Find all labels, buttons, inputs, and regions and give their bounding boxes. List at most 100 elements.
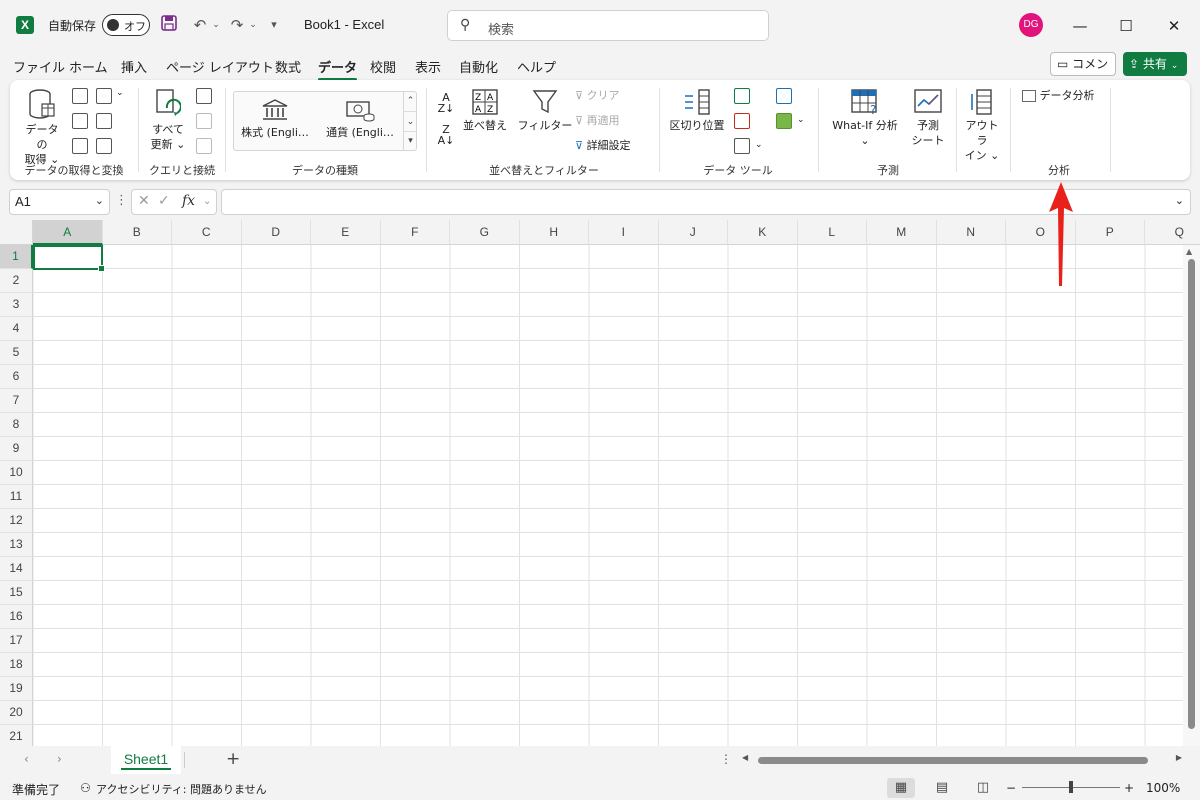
tab-review[interactable]: 校閲	[370, 57, 396, 76]
column-header[interactable]: H	[519, 220, 589, 245]
row-header[interactable]: 12	[0, 509, 33, 533]
column-header[interactable]: B	[102, 220, 172, 245]
row-header[interactable]: 5	[0, 341, 33, 365]
tab-file[interactable]: ファイル	[13, 57, 65, 76]
chevron-down-icon[interactable]: ⌄	[203, 196, 211, 207]
vertical-scrollbar[interactable]: ▲	[1183, 245, 1200, 746]
row-header[interactable]: 6	[0, 365, 33, 389]
sort-za-icon[interactable]: Z A↓	[436, 124, 456, 146]
zoom-slider[interactable]	[1022, 781, 1120, 793]
more-icon[interactable]: ⋮	[115, 193, 128, 208]
row-header[interactable]: 4	[0, 317, 33, 341]
row-header[interactable]: 9	[0, 437, 33, 461]
column-header[interactable]: K	[728, 220, 798, 245]
spreadsheet-grid[interactable]: ABCDEFGHIJKLMNOPQ 1 2 3 4 5 6 7 8 9 10 11 12 13 14 15 1…	[0, 220, 1200, 746]
from-web-icon[interactable]	[72, 113, 88, 129]
close-icon[interactable]: ✕	[1160, 12, 1188, 40]
prev-sheet-icon[interactable]: ‹	[24, 752, 29, 766]
column-header[interactable]: P	[1075, 220, 1145, 245]
more-icon[interactable]: ⋮	[720, 752, 732, 766]
scroll-left-icon[interactable]: ◀	[742, 753, 748, 762]
flash-fill-icon[interactable]	[734, 88, 750, 104]
chevron-down-icon[interactable]: ⌄	[797, 115, 805, 125]
add-sheet-button[interactable]: +	[226, 749, 240, 769]
row-header[interactable]: 8	[0, 413, 33, 437]
from-table-icon[interactable]	[72, 138, 88, 154]
horizontal-scrollbar[interactable]: ◀ ▶	[742, 753, 1182, 767]
from-text-icon[interactable]	[72, 88, 88, 104]
text-to-columns-button[interactable]: 区切り位置	[666, 88, 728, 133]
next-sheet-icon[interactable]: ›	[57, 752, 62, 766]
gallery-scroll[interactable]: ⌃ ⌄ ▾	[403, 91, 417, 151]
data-validation-icon[interactable]	[734, 138, 750, 154]
cell-area[interactable]	[33, 245, 1183, 746]
row-header[interactable]: 14	[0, 557, 33, 581]
sort-az-icon[interactable]: A Z↓	[436, 92, 456, 114]
enter-icon[interactable]: ✓	[158, 193, 170, 209]
row-header[interactable]: 10	[0, 461, 33, 485]
column-header[interactable]: Q	[1145, 220, 1200, 245]
scroll-thumb[interactable]	[1188, 259, 1195, 729]
column-header[interactable]: E	[311, 220, 381, 245]
chevron-down-icon[interactable]: ⌄	[755, 140, 763, 150]
zoom-level[interactable]: 100%	[1146, 781, 1180, 795]
from-file-icon[interactable]	[96, 138, 112, 154]
gallery-more-icon[interactable]: ▾	[404, 131, 417, 149]
maximize-icon[interactable]: ☐	[1112, 12, 1140, 40]
active-cell[interactable]	[33, 245, 105, 272]
outline-button[interactable]: アウトラ イン ⌄	[962, 88, 1002, 163]
comment-button[interactable]: ▭ コメント	[1050, 52, 1116, 93]
recent-sources-icon[interactable]	[96, 88, 112, 104]
column-header[interactable]: C	[172, 220, 242, 245]
share-button[interactable]: ⇪ 共有 ⌄	[1123, 52, 1187, 76]
data-model-icon[interactable]	[776, 113, 792, 129]
zoom-out-button[interactable]: −	[1006, 781, 1016, 795]
row-header[interactable]: 7	[0, 389, 33, 413]
row-header[interactable]: 3	[0, 293, 33, 317]
existing-connections-icon[interactable]	[96, 113, 112, 129]
normal-view-icon[interactable]: ▦	[887, 778, 915, 798]
scroll-up-icon[interactable]: ⌃	[404, 91, 417, 111]
row-header[interactable]: 20	[0, 701, 33, 725]
refresh-all-button[interactable]: すべて 更新 ⌄	[146, 88, 190, 152]
advanced-button[interactable]: ⊽ 詳細設定	[575, 138, 631, 153]
row-header[interactable]: 17	[0, 629, 33, 653]
data-analysis-button[interactable]: データ分析	[1022, 88, 1095, 103]
select-all-corner[interactable]	[0, 220, 33, 245]
tab-page-layout[interactable]: ページ レイアウト	[166, 57, 274, 76]
row-header[interactable]: 11	[0, 485, 33, 509]
tab-home[interactable]: ホーム	[69, 57, 108, 76]
zoom-in-button[interactable]: +	[1124, 781, 1134, 795]
row-header[interactable]: 18	[0, 653, 33, 677]
column-header[interactable]: M	[867, 220, 937, 245]
cancel-icon[interactable]: ✕	[138, 193, 150, 209]
column-header[interactable]: N	[936, 220, 1006, 245]
tab-help[interactable]: ヘルプ	[517, 57, 556, 76]
undo-dropdown-icon[interactable]: ⌄	[205, 14, 227, 36]
filter-button[interactable]: フィルター	[517, 88, 573, 133]
row-header[interactable]: 15	[0, 581, 33, 605]
get-data-button[interactable]: データの 取得 ⌄	[22, 88, 62, 167]
sort-button[interactable]: ZAAZ 並べ替え	[460, 88, 510, 133]
scroll-thumb[interactable]	[758, 757, 1148, 764]
name-box[interactable]: A1 ⌄	[9, 189, 110, 215]
column-header[interactable]: I	[589, 220, 659, 245]
page-layout-view-icon[interactable]: ▤	[928, 778, 956, 798]
remove-duplicates-icon[interactable]	[734, 113, 750, 129]
row-header[interactable]: 21	[0, 725, 33, 746]
column-header[interactable]: A	[33, 220, 103, 245]
chevron-down-icon[interactable]: ⌄	[116, 88, 124, 98]
row-header[interactable]: 1	[0, 245, 33, 269]
minimize-icon[interactable]: —	[1066, 12, 1094, 40]
forecast-sheet-button[interactable]: 予測 シート	[908, 88, 948, 148]
tab-view[interactable]: 表示	[415, 57, 441, 76]
customize-qat-icon[interactable]: ▾	[263, 14, 285, 36]
row-header[interactable]: 16	[0, 605, 33, 629]
page-break-view-icon[interactable]: ◫	[969, 778, 997, 798]
row-header[interactable]: 2	[0, 269, 33, 293]
scroll-up-icon[interactable]: ▲	[1186, 247, 1192, 256]
tab-automate[interactable]: 自動化	[459, 57, 498, 76]
tab-data[interactable]: データ	[318, 57, 358, 81]
column-header[interactable]: L	[797, 220, 867, 245]
what-if-button[interactable]: ? What-If 分析 ⌄	[826, 88, 904, 148]
